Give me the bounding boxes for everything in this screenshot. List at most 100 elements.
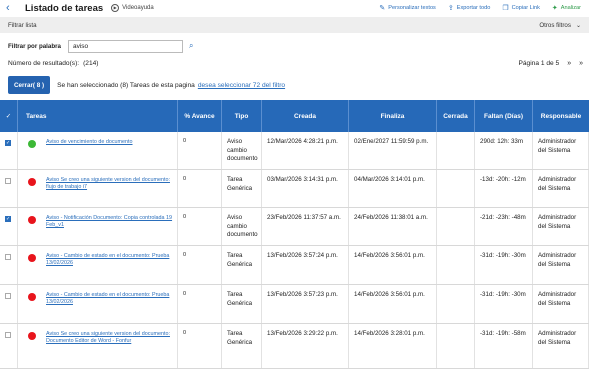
word-filter-row: Filtrar por palabra aviso ⌕ xyxy=(0,38,193,54)
row-checkbox[interactable] xyxy=(5,332,11,338)
column-header-responsable[interactable]: Responsable xyxy=(533,100,589,132)
back-chevron-icon[interactable]: ‹ xyxy=(6,0,20,16)
copy-link-button[interactable]: ❐ Copiar Link xyxy=(502,4,540,12)
filter-list-label[interactable]: Filtrar lista xyxy=(8,22,37,29)
task-link[interactable]: Aviso Se creo una siguiente version del … xyxy=(46,177,173,191)
table-row[interactable]: Aviso Se creo una siguiente version del … xyxy=(0,170,589,208)
creada-value: 13/Feb/2026 3:57:24 p.m. xyxy=(267,252,338,259)
finaliza-value: 14/Feb/2026 3:56:01 p.m. xyxy=(354,252,425,259)
table-row[interactable]: Aviso - Cambio de estado en el documento… xyxy=(0,246,589,285)
row-checkbox[interactable]: ✓ xyxy=(5,216,11,222)
task-cell: Aviso Se creo una siguiente version del … xyxy=(18,324,178,368)
top-bar: ‹ Listado de tareas ▶ Videoayuda ✎ Perso… xyxy=(0,0,589,16)
chevron-down-icon: ⌄ xyxy=(575,22,581,29)
finaliza-cell: 14/Feb/2026 3:28:01 p.m. xyxy=(349,324,437,368)
last-page-icon[interactable]: » xyxy=(579,60,583,67)
table-row[interactable]: ✓ Aviso de vencimiento de documento 0 Aviso… xyxy=(0,132,589,170)
tipo-cell: Aviso cambio documento xyxy=(222,208,262,245)
customize-texts-button[interactable]: ✎ Personalizar textos xyxy=(379,4,435,12)
tipo-cell: Tarea Genérica xyxy=(222,324,262,368)
table-row[interactable]: Aviso - Cambio de estado en el documento… xyxy=(0,285,589,324)
avance-cell: 0 xyxy=(178,285,222,323)
select-cell xyxy=(0,324,18,368)
select-cell xyxy=(0,246,18,284)
responsable-cell: Administrador del Sistema xyxy=(533,170,589,207)
tipo-value: Aviso cambio documento xyxy=(227,214,258,238)
search-icon[interactable]: ⌕ xyxy=(189,41,193,51)
word-filter-input[interactable]: aviso xyxy=(67,39,183,53)
responsable-value: Administrador del Sistema xyxy=(538,252,577,268)
faltan-cell: -21d: -23h: -48m xyxy=(475,208,533,245)
creada-cell: 23/Feb/2026 11:37:57 a.m. xyxy=(262,208,349,245)
row-checkbox[interactable] xyxy=(5,254,11,260)
column-header-faltan[interactable]: Faltan (Días) xyxy=(475,100,533,132)
task-link[interactable]: Aviso - Notificación Documento: Copia co… xyxy=(46,215,173,229)
finaliza-value: 14/Feb/2026 3:56:01 p.m. xyxy=(354,291,425,298)
analyze-label: Analizar xyxy=(560,5,581,11)
row-checkbox[interactable] xyxy=(5,293,11,299)
task-link[interactable]: Aviso Se creo una siguiente version del … xyxy=(46,331,173,345)
select-all-filter-link[interactable]: desea seleccionar 72 del filtro xyxy=(198,82,285,89)
task-link[interactable]: Aviso - Cambio de estado en el documento… xyxy=(46,253,173,267)
select-cell xyxy=(0,285,18,323)
analyze-button[interactable]: ✦ Analizar xyxy=(552,4,581,12)
creada-cell: 03/Mar/2026 3:14:31 p.m. xyxy=(262,170,349,207)
cerrada-cell xyxy=(437,208,475,245)
tipo-cell: Tarea Genérica xyxy=(222,285,262,323)
selection-row: Cerrar( 8 ) Se han seleccionado (8) Tare… xyxy=(0,75,589,95)
pager: Página 1 de 5 » » xyxy=(518,56,583,70)
column-header-avance[interactable]: % Avance xyxy=(178,100,222,132)
finaliza-cell: 04/Mar/2026 3:14:01 p.m. xyxy=(349,170,437,207)
other-filters-label: Otros filtros xyxy=(539,21,571,29)
status-dot-icon xyxy=(28,293,36,301)
page-indicator: Página 1 de 5 xyxy=(518,59,560,67)
column-header-select[interactable]: ✓ xyxy=(0,100,18,132)
status-dot-icon xyxy=(28,254,36,262)
tipo-cell: Aviso cambio documento xyxy=(222,132,262,169)
column-header-tipo[interactable]: Tipo xyxy=(222,100,262,132)
cerrada-cell xyxy=(437,285,475,323)
faltan-value: -31d: -19h: -30m xyxy=(480,291,526,298)
faltan-value: -21d: -23h: -48m xyxy=(480,214,526,221)
video-help-link[interactable]: ▶ Videoayuda xyxy=(111,4,154,12)
row-checkbox[interactable] xyxy=(5,178,11,184)
page-title: Listado de tareas xyxy=(25,2,104,14)
column-header-finaliza[interactable]: Finaliza xyxy=(349,100,437,132)
play-icon: ▶ xyxy=(111,4,120,12)
column-header-creada[interactable]: Creada xyxy=(262,100,349,132)
column-header-cerrada[interactable]: Cerrada xyxy=(437,100,475,132)
table-row[interactable]: ✓ Aviso - Notificación Documento: Copia c… xyxy=(0,208,589,246)
avance-value: 0 xyxy=(183,176,187,182)
finaliza-cell: 24/Feb/2026 11:38:01 a.m. xyxy=(349,208,437,245)
export-all-label: Exportar todo xyxy=(456,5,491,11)
tipo-value: Tarea Genérica xyxy=(227,291,253,307)
customize-texts-label: Personalizar textos xyxy=(388,5,436,11)
responsable-cell: Administrador del Sistema xyxy=(533,246,589,284)
faltan-cell: -13d: -20h: -12m xyxy=(475,170,533,207)
export-all-button[interactable]: ⇪ Exportar todo xyxy=(448,4,490,12)
task-link[interactable]: Aviso - Cambio de estado en el documento… xyxy=(46,292,173,306)
creada-value: 03/Mar/2026 3:14:31 p.m. xyxy=(267,176,338,183)
task-cell: Aviso - Cambio de estado en el documento… xyxy=(18,285,178,323)
other-filters-toggle[interactable]: Otros filtros ⌄ xyxy=(539,22,581,29)
column-header-tareas[interactable]: Tareas xyxy=(18,100,178,132)
row-checkbox[interactable]: ✓ xyxy=(5,140,11,146)
cerrada-cell xyxy=(437,324,475,368)
task-cell: Aviso de vencimiento de documento xyxy=(18,132,178,169)
task-cell: Aviso - Cambio de estado en el documento… xyxy=(18,246,178,284)
task-link[interactable]: Aviso de vencimiento de documento xyxy=(46,139,173,146)
export-icon: ⇪ xyxy=(447,5,454,12)
word-filter-label: Filtrar por palabra xyxy=(8,42,61,50)
faltan-cell: -31d: -19h: -58m xyxy=(475,324,533,368)
next-page-icon[interactable]: » xyxy=(567,60,571,67)
copy-icon: ❐ xyxy=(502,5,509,12)
results-count-row: Número de resultado(s): (214) xyxy=(0,56,589,70)
table-row[interactable]: Aviso Se creo una siguiente version del … xyxy=(0,324,589,369)
responsable-cell: Administrador del Sistema xyxy=(533,324,589,368)
faltan-value: -31d: -19h: -58m xyxy=(480,330,526,337)
tipo-cell: Tarea Genérica xyxy=(222,246,262,284)
header-actions: ✎ Personalizar textos ⇪ Exportar todo ❐ … xyxy=(367,4,581,12)
close-selection-button[interactable]: Cerrar( 8 ) xyxy=(8,76,51,94)
avance-cell: 0 xyxy=(178,132,222,169)
creada-value: 13/Feb/2026 3:57:23 p.m. xyxy=(267,291,338,298)
